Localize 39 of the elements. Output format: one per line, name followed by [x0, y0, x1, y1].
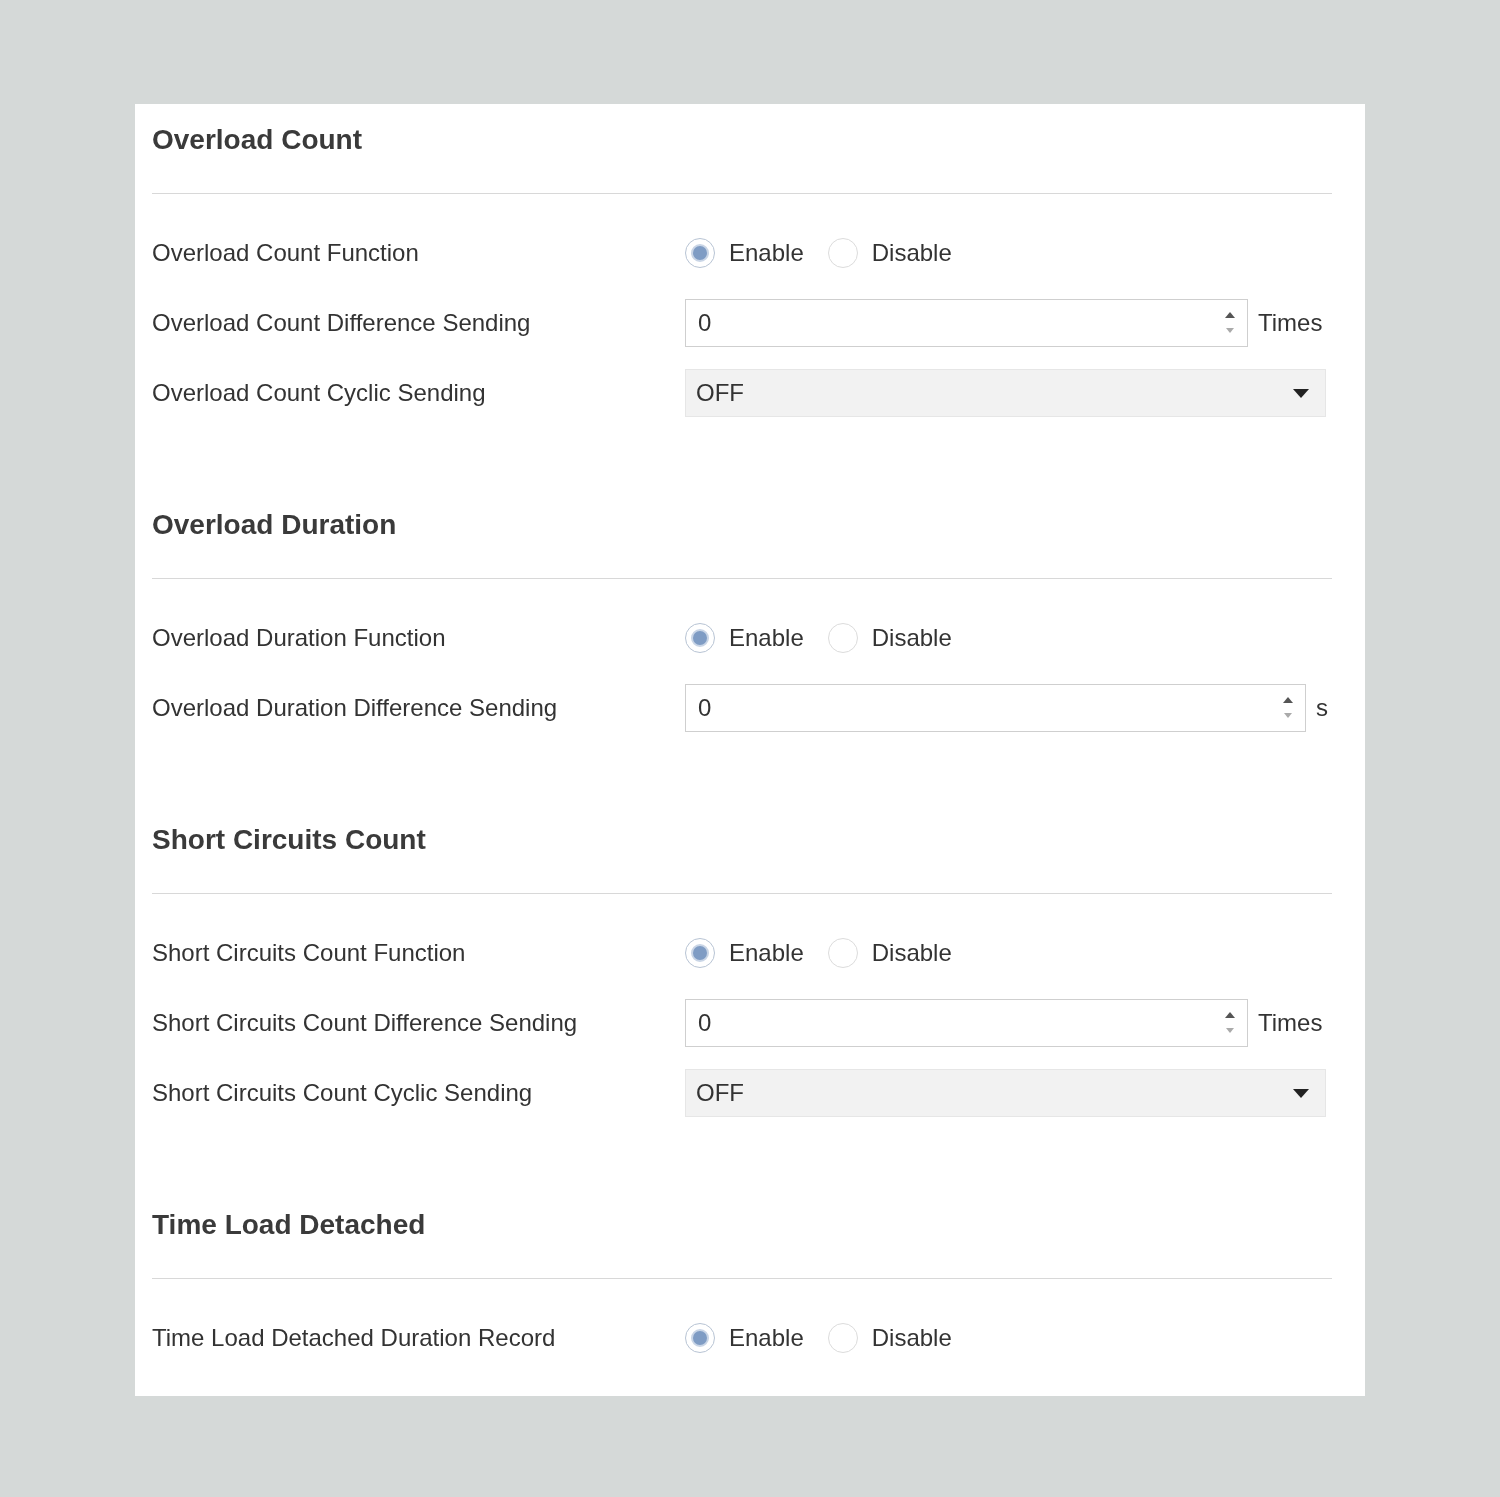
setting-label: Time Load Detached Duration Record [152, 1324, 557, 1352]
radio-icon[interactable] [685, 938, 715, 968]
unit-label: Times [1258, 309, 1323, 337]
radio-icon[interactable] [685, 623, 715, 653]
radio-icon[interactable] [827, 1323, 858, 1353]
radio-option[interactable]: Disable [827, 238, 952, 268]
section-title: Time Load Detached [152, 1208, 427, 1242]
setting-label: Overload Count Function [152, 239, 420, 267]
radio-option[interactable]: Disable [827, 623, 952, 653]
setting-label: Overload Count Cyclic Sending [152, 379, 487, 407]
radio-option[interactable]: Enable [685, 623, 804, 653]
number-field[interactable]: 0 [685, 299, 1248, 347]
radio-option[interactable]: Disable [827, 938, 952, 968]
section-title: Overload Count [152, 123, 363, 157]
radio-option[interactable]: Disable [827, 1323, 952, 1353]
unit-label: Times [1258, 1009, 1323, 1037]
radio-option[interactable]: Enable [685, 938, 804, 968]
setting-label: Overload Duration Difference Sending [152, 694, 559, 722]
number-field[interactable]: 0 [685, 684, 1306, 732]
radio-icon[interactable] [685, 1323, 715, 1353]
setting-label: Short Circuits Count Cyclic Sending [152, 1079, 534, 1107]
radio-icon[interactable] [827, 238, 858, 268]
setting-label: Overload Count Difference Sending [152, 309, 532, 337]
unit-label: s [1316, 694, 1328, 722]
radio-icon[interactable] [685, 238, 715, 268]
radio-icon[interactable] [827, 938, 858, 968]
number-field[interactable]: 0 [685, 999, 1248, 1047]
dropdown[interactable]: OFF [685, 369, 1326, 417]
caret-icon [1293, 1088, 1309, 1098]
setting-label: Overload Duration Function [152, 624, 447, 652]
setting-label: Short Circuits Count Difference Sending [152, 1009, 579, 1037]
caret-icon [1293, 388, 1309, 398]
radio-option[interactable]: Enable [685, 1323, 804, 1353]
setting-label: Short Circuits Count Function [152, 939, 467, 967]
section-title: Overload Duration [152, 508, 398, 542]
radio-option[interactable]: Enable [685, 238, 804, 268]
radio-icon[interactable] [827, 623, 858, 653]
dropdown[interactable]: OFF [685, 1069, 1326, 1117]
section-title: Short Circuits Count [152, 823, 427, 857]
